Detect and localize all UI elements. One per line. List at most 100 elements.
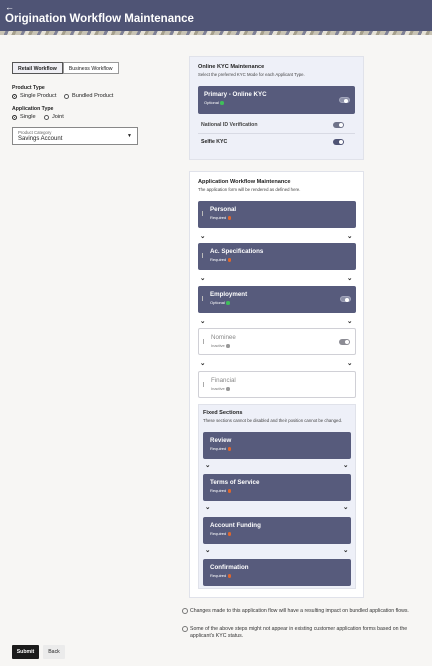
fixed-sections-subtitle: These sections cannot be disabled and th… bbox=[203, 418, 343, 423]
note-text: Changes made to this application flow wi… bbox=[190, 608, 409, 614]
radio-bundled-product[interactable]: Bundled Product bbox=[64, 93, 113, 99]
info-icon bbox=[182, 626, 188, 632]
kyc-primary-status: Optional bbox=[204, 100, 224, 105]
status-dot-icon bbox=[227, 489, 232, 493]
chevron-down-icon: ⌄ bbox=[347, 275, 353, 282]
status-dot-icon bbox=[220, 101, 224, 105]
drag-handle-icon[interactable] bbox=[203, 382, 205, 387]
note-text: Some of the above steps might not appear… bbox=[190, 626, 408, 639]
radio-single[interactable]: Single bbox=[12, 114, 36, 120]
chevron-down-icon: ⌄ bbox=[347, 318, 353, 325]
drag-handle-icon[interactable] bbox=[202, 253, 204, 258]
step-status: Required bbox=[210, 488, 232, 493]
chevron-down-icon: ⌄ bbox=[200, 275, 206, 282]
tab-business-workflow[interactable]: Business Workflow bbox=[62, 62, 119, 74]
chevron-down-icon: ⌄ bbox=[343, 504, 349, 511]
fixed-sections-panel: Fixed Sections These sections cannot be … bbox=[198, 404, 356, 589]
selfie-kyc-toggle[interactable] bbox=[333, 139, 344, 145]
chevron-down-icon: ⌄ bbox=[205, 547, 211, 554]
drag-handle-icon[interactable] bbox=[202, 296, 204, 301]
submit-button[interactable]: Submit bbox=[12, 645, 39, 659]
workflow-step-financial[interactable]: Financial Inactive bbox=[198, 371, 356, 398]
info-icon bbox=[182, 608, 188, 614]
decorative-banner bbox=[0, 31, 432, 35]
status-dot-icon bbox=[227, 258, 232, 262]
step-status: Required bbox=[210, 573, 232, 578]
workflow-step-personal[interactable]: Personal Required bbox=[198, 201, 356, 228]
status-text: Required bbox=[210, 257, 227, 262]
status-text: Required bbox=[210, 446, 227, 451]
chevron-down-icon: ⌄ bbox=[347, 233, 353, 240]
back-button[interactable]: Back bbox=[43, 645, 65, 659]
application-type-label: Application Type bbox=[12, 106, 54, 112]
chevron-down-icon: ⌄ bbox=[343, 547, 349, 554]
kyc-title: Online KYC Maintenance bbox=[198, 64, 265, 70]
workflow-step-nominee[interactable]: Nominee Inactive bbox=[198, 328, 356, 355]
chevron-down-icon: ⌄ bbox=[347, 360, 353, 367]
radio-unselected-icon bbox=[64, 93, 69, 99]
product-category-select[interactable]: Product Category Savings Account ▼ bbox=[12, 127, 138, 145]
radio-joint[interactable]: Joint bbox=[44, 114, 64, 120]
workflow-step-employment[interactable]: Employment Optional bbox=[198, 286, 356, 313]
radio-label: Single Product bbox=[20, 93, 57, 99]
kyc-subtitle: Select the preferred KYC Mode for each A… bbox=[198, 72, 305, 77]
workflow-tabs: Retail Workflow Business Workflow bbox=[12, 62, 119, 74]
status-dot-icon bbox=[226, 301, 230, 305]
radio-label: Single bbox=[20, 114, 36, 120]
status-text: Optional bbox=[210, 300, 225, 305]
drag-handle-icon[interactable] bbox=[202, 211, 204, 216]
step-title: Ac. Specifications bbox=[210, 248, 264, 255]
kyc-primary-title: Primary - Online KYC bbox=[204, 91, 267, 98]
step-status: Required bbox=[210, 257, 232, 262]
step-title: Personal bbox=[210, 206, 237, 213]
status-dot-icon bbox=[227, 574, 232, 578]
product-category-label: Product Category bbox=[18, 130, 52, 135]
radio-single-product[interactable]: Single Product bbox=[12, 93, 56, 99]
step-title: Account Funding bbox=[210, 522, 261, 529]
status-text: Inactive bbox=[211, 343, 225, 348]
chevron-down-icon: ⌄ bbox=[343, 462, 349, 469]
caret-down-icon: ▼ bbox=[127, 133, 132, 139]
status-text: Required bbox=[210, 531, 227, 536]
page-title: Origination Workflow Maintenance bbox=[5, 13, 194, 25]
drag-handle-icon[interactable] bbox=[203, 339, 205, 344]
step-status: Inactive bbox=[211, 343, 230, 348]
kyc-row-national-id: National ID Verification bbox=[201, 122, 258, 128]
radio-label: Bundled Product bbox=[72, 93, 114, 99]
radio-unselected-icon bbox=[44, 114, 49, 120]
status-text: Required bbox=[210, 573, 227, 578]
status-dot-icon bbox=[227, 447, 232, 451]
chevron-down-icon: ⌄ bbox=[205, 504, 211, 511]
chevron-down-icon: ⌄ bbox=[200, 233, 206, 240]
kyc-panel: Online KYC Maintenance Select the prefer… bbox=[189, 56, 364, 160]
tab-retail-workflow[interactable]: Retail Workflow bbox=[12, 62, 63, 74]
page-header: ← Origination Workflow Maintenance bbox=[0, 0, 432, 31]
status-dot-icon bbox=[226, 344, 230, 348]
status-dot-icon bbox=[227, 216, 232, 220]
fixed-step-account-funding: Account Funding Required bbox=[203, 517, 351, 544]
back-arrow-icon[interactable]: ← bbox=[5, 2, 14, 12]
chevron-down-icon: ⌄ bbox=[200, 318, 206, 325]
step-title: Employment bbox=[210, 291, 248, 298]
radio-label: Joint bbox=[52, 114, 64, 120]
national-id-toggle[interactable] bbox=[333, 122, 344, 128]
radio-selected-icon bbox=[12, 114, 17, 120]
fixed-step-confirmation: Confirmation Required bbox=[203, 559, 351, 586]
workflow-step-ac-specifications[interactable]: Ac. Specifications Required bbox=[198, 243, 356, 270]
info-note-kyc: Some of the above steps might not appear… bbox=[182, 626, 412, 640]
step-title: Nominee bbox=[211, 334, 236, 341]
step-status: Optional bbox=[210, 300, 230, 305]
product-type-label: Product Type bbox=[12, 85, 45, 91]
nominee-toggle[interactable] bbox=[339, 339, 350, 345]
kyc-row-selfie: Selfie KYC bbox=[201, 139, 228, 145]
status-text: Optional bbox=[204, 100, 219, 105]
step-status: Required bbox=[210, 215, 232, 220]
step-status: Required bbox=[210, 446, 232, 451]
step-status: Inactive bbox=[211, 386, 230, 391]
kyc-primary-toggle[interactable] bbox=[339, 97, 350, 103]
fixed-step-terms-of-service: Terms of Service Required bbox=[203, 474, 351, 501]
step-title: Review bbox=[210, 437, 232, 444]
employment-toggle[interactable] bbox=[340, 296, 351, 302]
workflow-panel: Application Workflow Maintenance The app… bbox=[189, 171, 364, 598]
status-text: Inactive bbox=[211, 386, 225, 391]
